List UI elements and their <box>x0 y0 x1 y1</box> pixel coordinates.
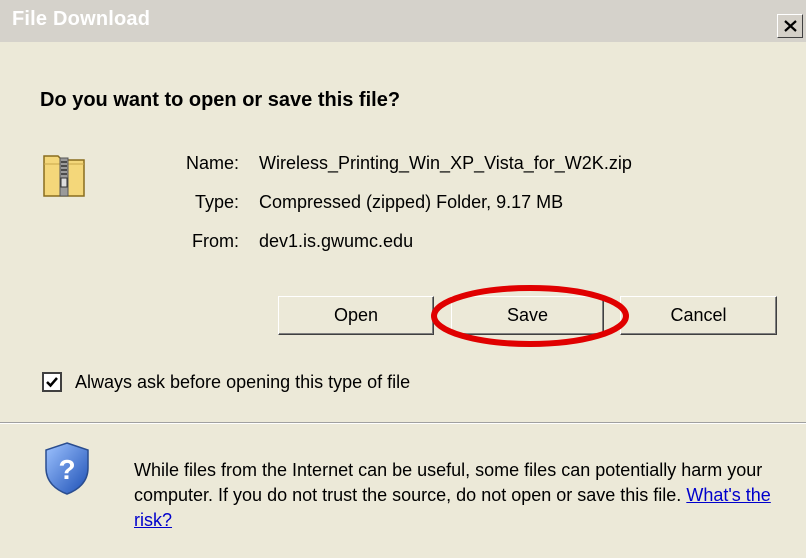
file-download-dialog: File Download Do you want to open or sav… <box>0 0 806 558</box>
zip-folder-icon <box>43 155 85 197</box>
type-label: Type: <box>194 192 239 212</box>
save-highlight-ellipse <box>431 285 629 347</box>
from-label: From: <box>192 231 239 251</box>
divider <box>0 422 806 424</box>
cancel-button[interactable]: Cancel <box>620 296 777 335</box>
always-ask-label: Always ask before opening this type of f… <box>75 372 411 392</box>
name-label: Name: <box>185 153 239 173</box>
close-button[interactable] <box>777 14 803 38</box>
checkmark-icon <box>46 377 58 388</box>
always-ask-checkbox[interactable] <box>42 372 62 392</box>
warning-text: While files from the Internet can be use… <box>134 460 763 505</box>
close-icon <box>784 20 797 32</box>
title-bar: File Download <box>0 0 806 42</box>
file-source: dev1.is.gwumc.edu <box>259 231 414 251</box>
file-name: Wireless_Printing_Win_XP_Vista_for_W2K.z… <box>259 153 632 173</box>
open-button[interactable]: Open <box>278 296 434 335</box>
dialog-question: Do you want to open or save this file? <box>40 89 401 111</box>
security-shield-icon: ? <box>45 442 89 495</box>
svg-text:?: ? <box>58 454 75 485</box>
window-title: File Download <box>12 8 151 30</box>
security-warning: While files from the Internet can be use… <box>134 458 784 533</box>
file-type: Compressed (zipped) Folder, 9.17 MB <box>259 192 564 212</box>
